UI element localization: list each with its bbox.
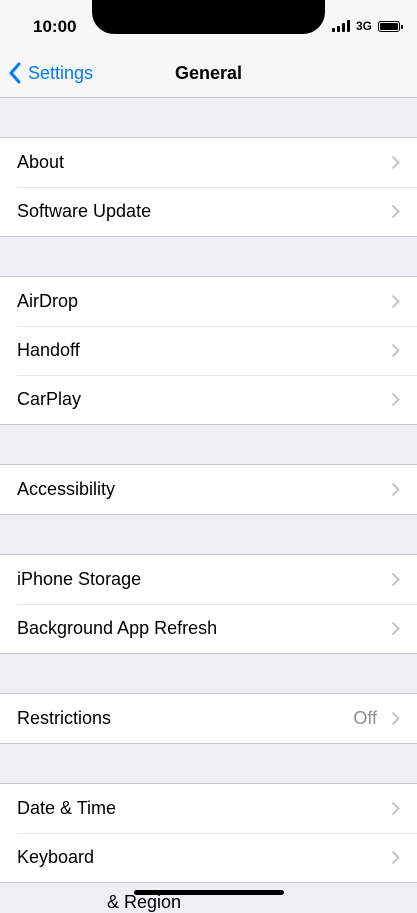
settings-list: About Software Update AirDrop Handoff Ca… xyxy=(0,98,417,883)
settings-group: AirDrop Handoff CarPlay xyxy=(0,276,417,425)
page-title: General xyxy=(174,63,243,83)
chevron-right-icon xyxy=(391,204,400,219)
row-airdrop[interactable]: AirDrop xyxy=(0,277,417,326)
row-label: CarPlay xyxy=(17,389,82,409)
row-label: AirDrop xyxy=(17,291,79,311)
row-label: Handoff xyxy=(17,340,80,360)
network-type: 3G xyxy=(355,19,372,33)
chevron-right-icon xyxy=(391,155,400,170)
status-bar: 10:00 3G xyxy=(0,0,417,50)
chevron-right-icon xyxy=(391,392,400,407)
status-time: 10:00 xyxy=(33,17,77,36)
status-indicators: 3G xyxy=(331,19,403,33)
row-label: Date & Time xyxy=(17,798,117,818)
chevron-right-icon xyxy=(391,343,400,358)
row-label: iPhone Storage xyxy=(17,569,142,589)
row-label: Accessibility xyxy=(17,479,116,499)
chevron-right-icon xyxy=(391,850,400,865)
chevron-right-icon xyxy=(391,294,400,309)
battery-icon xyxy=(378,20,403,32)
navigation-bar: Settings General xyxy=(0,50,417,98)
chevron-right-icon xyxy=(391,801,400,816)
chevron-right-icon xyxy=(391,482,400,497)
settings-group: Accessibility xyxy=(0,464,417,515)
row-iphone-storage[interactable]: iPhone Storage xyxy=(0,555,417,604)
chevron-right-icon xyxy=(391,711,400,726)
settings-group: Date & Time Keyboard xyxy=(0,783,417,883)
row-carplay[interactable]: CarPlay xyxy=(0,375,417,424)
row-handoff[interactable]: Handoff xyxy=(0,326,417,375)
cellular-signal-icon xyxy=(331,20,350,32)
settings-group: iPhone Storage Background App Refresh xyxy=(0,554,417,654)
row-value: Off xyxy=(353,708,377,728)
row-label: Keyboard xyxy=(17,847,95,867)
partial-row-label: & Region xyxy=(107,892,182,912)
row-software-update[interactable]: Software Update xyxy=(0,187,417,236)
settings-group: About Software Update xyxy=(0,137,417,237)
row-keyboard[interactable]: Keyboard xyxy=(0,833,417,882)
chevron-right-icon xyxy=(391,572,400,587)
chevron-right-icon xyxy=(391,621,400,636)
settings-group: Restrictions Off xyxy=(0,693,417,744)
home-indicator[interactable] xyxy=(134,890,284,895)
row-label: Background App Refresh xyxy=(17,618,218,638)
row-date-time[interactable]: Date & Time xyxy=(0,784,417,833)
row-background-app-refresh[interactable]: Background App Refresh xyxy=(0,604,417,653)
row-restrictions[interactable]: Restrictions Off xyxy=(0,694,417,743)
notch xyxy=(92,0,325,34)
row-accessibility[interactable]: Accessibility xyxy=(0,465,417,514)
row-about[interactable]: About xyxy=(0,138,417,187)
row-label: About xyxy=(17,152,65,172)
row-label: Software Update xyxy=(17,201,152,221)
row-label: Restrictions xyxy=(17,708,112,728)
